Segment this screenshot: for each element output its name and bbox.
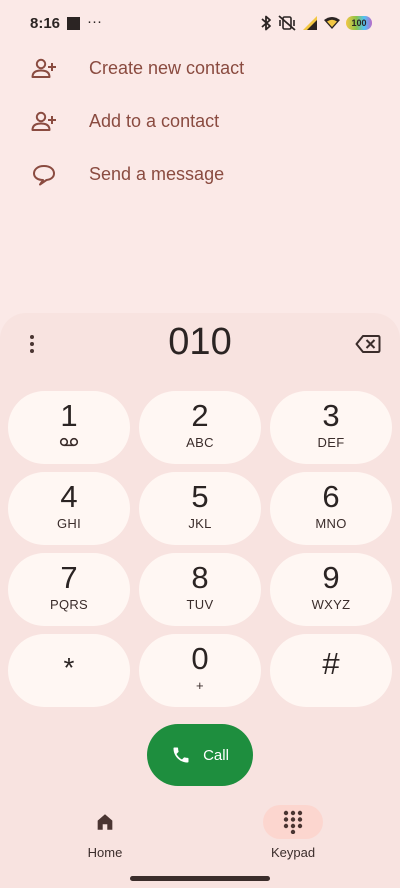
key-digit: 7 xyxy=(60,560,78,595)
status-icons: 100 xyxy=(260,14,372,32)
key-digit: 1 xyxy=(60,398,78,433)
nav-keypad-label: Keypad xyxy=(270,845,316,860)
create-new-contact-item[interactable]: Create new contact xyxy=(0,42,400,95)
battery-level: 100 xyxy=(351,18,367,28)
key-digit: 9 xyxy=(322,560,340,595)
signal-icon xyxy=(303,16,317,30)
backspace-icon[interactable] xyxy=(354,331,382,357)
create-new-contact-label: Create new contact xyxy=(89,58,245,78)
key-0[interactable]: 0 + xyxy=(139,634,261,707)
key-digit: 5 xyxy=(191,479,209,514)
key-digit: * xyxy=(63,652,75,683)
key-9[interactable]: 9 WXYZ xyxy=(270,553,392,626)
nav-home-pill xyxy=(75,805,135,839)
key-digit: # xyxy=(322,646,340,681)
key-letters: DEF xyxy=(317,435,345,450)
key-letters: WXYZ xyxy=(311,597,351,612)
bottom-nav: Home Keypad xyxy=(0,792,400,872)
key-5[interactable]: 5 JKL xyxy=(139,472,261,545)
vibrate-off-icon xyxy=(278,15,296,31)
nav-keypad[interactable]: Keypad xyxy=(233,792,353,860)
dialpad-keys: 1 2 ABC 3 DEF 4 GHI 5 JKL 6 MNO 7 PQRS 8… xyxy=(8,391,392,707)
key-8[interactable]: 8 TUV xyxy=(139,553,261,626)
status-bar: 8:16 ··· 100 xyxy=(0,0,400,44)
key-letters: PQRS xyxy=(49,597,89,612)
key-3[interactable]: 3 DEF xyxy=(270,391,392,464)
nav-home[interactable]: Home xyxy=(45,792,165,860)
add-person-icon xyxy=(30,108,58,136)
key-7[interactable]: 7 PQRS xyxy=(8,553,130,626)
key-2[interactable]: 2 ABC xyxy=(139,391,261,464)
add-to-contact-item[interactable]: Add to a contact xyxy=(0,95,400,148)
key-digit: 3 xyxy=(322,398,340,433)
bluetooth-icon xyxy=(261,15,271,31)
key-digit: 6 xyxy=(322,479,340,514)
key-1[interactable]: 1 xyxy=(8,391,130,464)
key-digit: 4 xyxy=(60,479,78,514)
more-options-icon[interactable] xyxy=(20,331,44,357)
keypad-icon xyxy=(283,810,303,834)
dialed-number[interactable]: 010 xyxy=(100,321,300,364)
nav-home-label: Home xyxy=(87,845,123,860)
key-star[interactable]: * xyxy=(8,634,130,707)
key-6[interactable]: 6 MNO xyxy=(270,472,392,545)
key-hash[interactable]: # xyxy=(270,634,392,707)
key-digit: 2 xyxy=(191,398,209,433)
key-4[interactable]: 4 GHI xyxy=(8,472,130,545)
status-overflow: ··· xyxy=(87,13,102,30)
key-letters: TUV xyxy=(186,597,214,612)
key-letters: JKL xyxy=(188,516,212,531)
battery-icon: 100 xyxy=(346,16,372,30)
key-letters: ABC xyxy=(186,435,214,450)
message-icon xyxy=(30,161,58,189)
key-digit: 0 xyxy=(191,641,209,676)
gesture-bar[interactable] xyxy=(130,876,270,881)
call-label: Call xyxy=(203,746,229,764)
nav-keypad-pill xyxy=(263,805,323,839)
key-digit: 8 xyxy=(191,560,209,595)
send-message-label: Send a message xyxy=(89,164,225,184)
add-person-icon xyxy=(30,55,58,83)
call-button[interactable]: Call xyxy=(147,724,253,786)
status-time: 8:16 xyxy=(30,15,61,32)
key-letters: MNO xyxy=(315,516,347,531)
home-icon xyxy=(97,814,113,830)
phone-icon xyxy=(173,747,189,763)
key-letters: GHI xyxy=(56,516,81,531)
send-message-item[interactable]: Send a message xyxy=(0,148,400,201)
add-to-contact-label: Add to a contact xyxy=(89,111,220,131)
wifi-icon xyxy=(324,17,340,29)
action-list: Create new contact Add to a contact Send… xyxy=(0,42,400,201)
key-letters: + xyxy=(196,678,204,693)
voicemail-icon xyxy=(59,437,79,447)
stop-square-icon xyxy=(67,17,80,30)
